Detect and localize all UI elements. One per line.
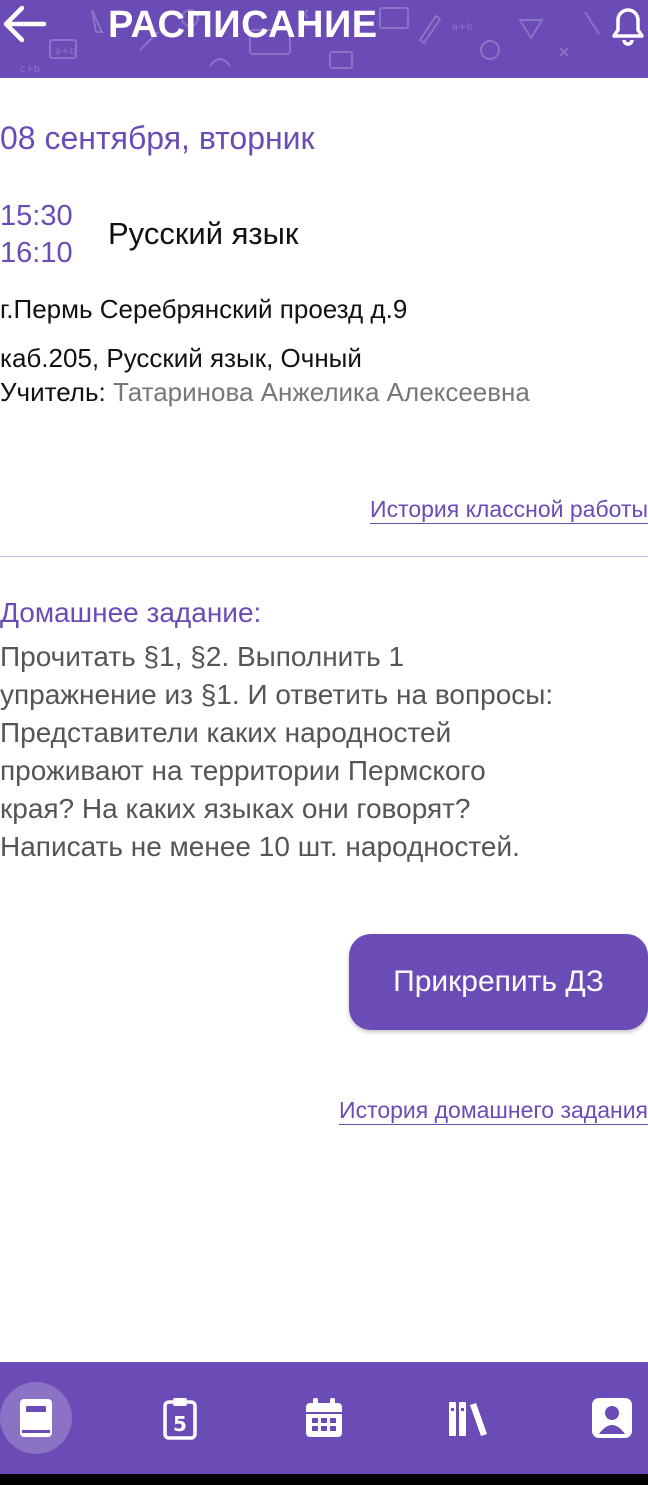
homework-line: упражнение из §1. И ответить на вопросы:: [0, 679, 554, 710]
svg-text:5: 5: [173, 1412, 187, 1436]
homework-text: Прочитать §1, §2. Выполнить 1 упражнение…: [0, 638, 648, 866]
app-header: a+b a+b c+b РАСПИСАНИЕ: [0, 0, 648, 78]
lesson-subject: Русский язык: [108, 216, 299, 251]
svg-text:c+b: c+b: [20, 64, 40, 75]
nav-item-grades[interactable]: 5: [144, 1382, 216, 1454]
teacher-label: Учитель:: [0, 377, 106, 407]
homework-history-link[interactable]: История домашнего задания: [339, 1096, 648, 1125]
class-work-history-link[interactable]: История классной работы: [370, 495, 648, 524]
notifications-button[interactable]: [606, 2, 648, 46]
homework-line: края? На каких языках они говорят?: [0, 793, 471, 824]
lesson-time-start: 15:30: [0, 200, 73, 232]
page-title: РАСПИСАНИЕ: [108, 4, 378, 46]
diary-book-icon: [20, 1399, 52, 1437]
lesson-room-info: каб.205, Русский язык, Очный: [0, 343, 362, 373]
bell-icon: [612, 8, 644, 46]
homework-line: Написать не менее 10 шт. народностей.: [0, 831, 520, 862]
nav-item-diary[interactable]: [0, 1382, 72, 1454]
arrow-left-icon: [3, 5, 47, 43]
attach-homework-button[interactable]: Прикрепить ДЗ: [349, 934, 648, 1030]
lesson-teacher: Учитель: Татаринова Анжелика Алексеевна: [0, 376, 530, 408]
lesson-time: 15:30 16:10: [0, 198, 73, 272]
svg-text:a+b: a+b: [55, 46, 76, 57]
homework-line: Прочитать §1, §2. Выполнить 1: [0, 641, 405, 672]
back-button[interactable]: [0, 2, 50, 46]
section-divider: [0, 556, 648, 557]
lesson-date: 08 сентября, вторник: [0, 120, 315, 156]
nav-item-library[interactable]: [432, 1382, 504, 1454]
profile-icon: [592, 1398, 632, 1438]
homework-line: проживают на территории Пермского: [0, 755, 486, 786]
nav-item-calendar[interactable]: [288, 1382, 360, 1454]
homework-heading: Домашнее задание:: [0, 597, 262, 628]
lesson-address: г.Пермь Серебрянский проезд д.9: [0, 294, 408, 324]
library-books-icon: [449, 1402, 487, 1436]
homework-line: Представители каких народностей: [0, 717, 452, 748]
teacher-name: Татаринова Анжелика Алексеевна: [112, 377, 530, 407]
schedule-screen: a+b a+b c+b РАСПИСАНИЕ 08 сентября, втор…: [0, 0, 648, 1485]
grade-clipboard-icon: 5: [163, 1398, 197, 1440]
system-navigation-strip: [0, 1474, 648, 1485]
nav-item-profile[interactable]: [576, 1382, 648, 1454]
svg-text:a+b: a+b: [452, 22, 473, 33]
calendar-icon: [306, 1398, 342, 1437]
bottom-navigation: 5: [0, 1362, 648, 1474]
lesson-time-end: 16:10: [0, 237, 73, 269]
